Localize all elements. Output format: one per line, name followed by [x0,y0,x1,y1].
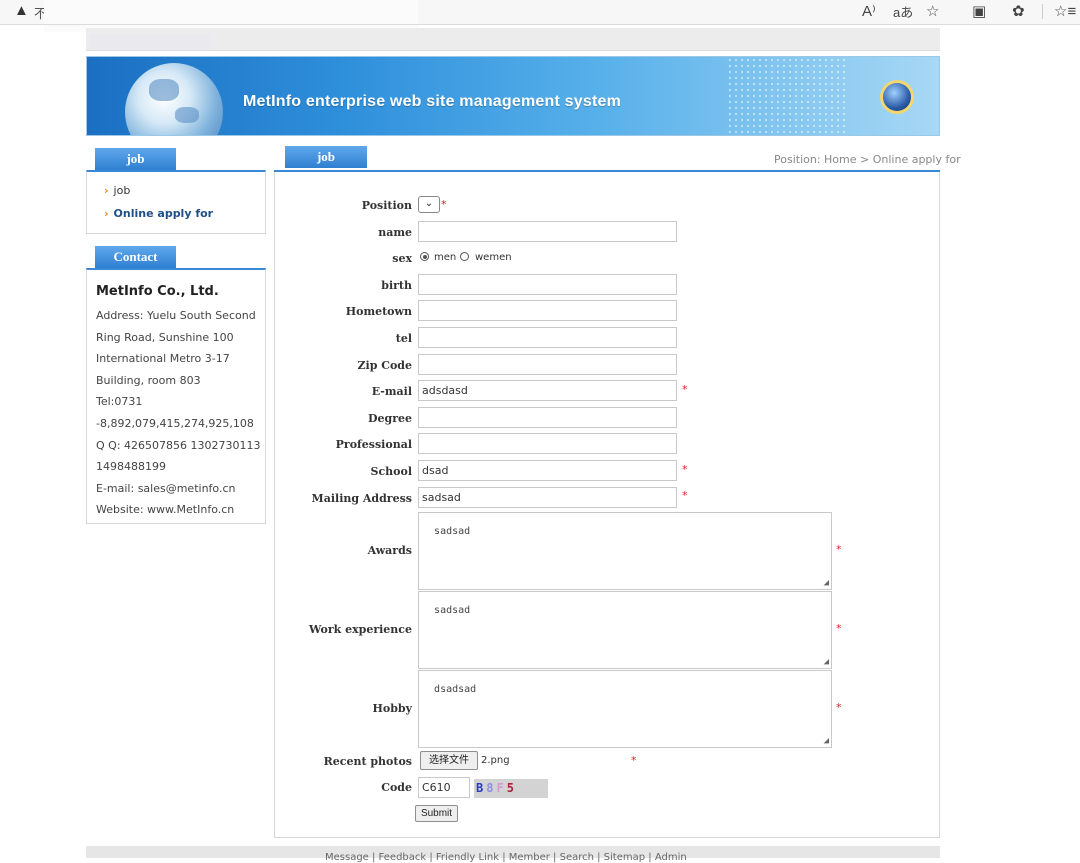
sidebar-item-online-apply[interactable]: › Online apply for [104,207,213,220]
work-experience-textarea[interactable]: sadsad ◢ [418,591,832,669]
required-mark: * [441,198,447,211]
file-name: 2.png [481,755,510,766]
required-mark: * [682,489,688,502]
awards-label: Awards [367,544,412,557]
resize-handle-icon[interactable]: ◢ [824,578,829,588]
code-label: Code [381,781,412,794]
contact-line: 1498488199 [96,460,166,473]
sex-option-wemen[interactable]: wemen [475,252,512,263]
toolbar-divider [1042,4,1043,19]
resize-handle-icon[interactable]: ◢ [824,657,829,667]
position-select[interactable]: ⌄ [418,196,440,213]
captcha-char: F [496,781,507,795]
required-mark: * [682,463,688,476]
birth-input[interactable] [418,274,677,295]
sidebar-contact-tab: Contact [95,246,176,268]
globe-land [149,79,179,101]
contact-line: -8,892,079,415,274,925,108 [96,417,254,430]
tel-input[interactable] [418,327,677,348]
hometown-input[interactable] [418,300,677,321]
breadcrumb: Position: Home > Online apply for [774,153,961,166]
captcha-char: 8 [486,781,497,795]
contact-line: Tel:0731 [96,395,143,408]
translate-icon[interactable]: aあ [893,2,913,21]
chevron-right-icon: › [104,184,109,197]
contact-line: Website: www.MetInfo.cn [96,503,235,516]
hobby-label: Hobby [372,702,412,715]
school-label: School [370,465,413,478]
warning-icon[interactable]: ▲ [14,2,29,19]
degree-input[interactable] [418,407,677,428]
browser-toolbar: ▲ 不 A⁾ aあ ☆ ▣ ✿ ☆≡ [0,0,1080,32]
resize-handle-icon[interactable]: ◢ [824,736,829,746]
sex-label: sex [392,252,412,265]
required-mark: * [836,543,842,556]
email-label: E-mail [371,385,412,398]
awards-text: sadsad [434,526,471,537]
captcha-image[interactable]: B8F5 [474,779,548,798]
favorites-bar-icon[interactable]: ☆≡ [1054,2,1076,20]
company-name: MetInfo Co., Ltd. [96,284,219,299]
code-input[interactable]: C610 [418,777,470,798]
toolbar-border [0,24,1080,25]
email-input[interactable]: adsdasd [418,380,677,401]
sidebar-job-box [86,170,266,234]
read-aloud-icon[interactable]: A⁾ [862,2,876,20]
captcha-char: B [476,781,487,795]
submit-button[interactable]: Submit [415,805,458,822]
required-mark: * [836,701,842,714]
banner-title: MetInfo enterprise web site management s… [243,93,621,110]
sex-radio-wemen[interactable] [460,252,469,261]
choose-file-button[interactable]: 选择文件 [420,751,478,770]
sex-option-men[interactable]: men [434,252,456,263]
position-label: Position [361,199,412,212]
mailing-address-input[interactable]: sadsad [418,487,677,508]
birth-label: birth [381,279,412,292]
favorite-icon[interactable]: ☆ [926,2,939,20]
contact-line: Q Q: 426507856 1302730113 [96,439,261,452]
contact-line: International Metro 3-17 [96,352,230,365]
sex-radio-men[interactable] [420,252,429,261]
contact-line: Ring Road, Sunshine 100 [96,331,234,344]
sidebar-job-tab: job [95,148,176,170]
site-banner: MetInfo enterprise web site management s… [86,56,940,136]
globe-orb-icon [883,83,911,111]
captcha-char: 5 [506,781,517,795]
globe-land [175,107,199,123]
hobby-textarea[interactable]: dsadsad ◢ [418,670,832,748]
contact-line: Building, room 803 [96,374,201,387]
contact-line: E-mail: sales@metinfo.cn [96,482,236,495]
name-input[interactable] [418,221,677,242]
awards-textarea[interactable]: sadsad ◢ [418,512,832,590]
required-mark: * [682,383,688,396]
mailing-address-label: Mailing Address [311,492,412,505]
main-job-tab: job [285,146,367,168]
required-mark: * [631,754,637,767]
world-map-dots [727,57,847,135]
top-nav-bar [86,28,940,51]
chevron-right-icon: › [104,207,109,220]
required-mark: * [836,622,842,635]
contact-line: Address: Yuelu South Second [96,309,256,322]
professional-label: Professional [335,438,412,451]
work-experience-text: sadsad [434,605,471,616]
name-label: name [378,226,412,239]
degree-label: Degree [367,412,412,425]
zip-input[interactable] [418,354,677,375]
professional-input[interactable] [418,433,677,454]
hobby-text: dsadsad [434,684,477,695]
extensions-icon[interactable]: ✿ [1012,2,1025,20]
tel-label: tel [395,332,412,345]
globe-graphic [125,63,223,135]
obscured-logo [90,34,210,50]
sidebar-item-job[interactable]: › job [104,184,130,197]
recent-photos-label: Recent photos [323,755,412,768]
work-experience-label: Work experience [309,623,412,636]
hometown-label: Hometown [345,305,412,318]
collections-icon[interactable]: ▣ [972,2,986,20]
school-input[interactable]: dsad [418,460,677,481]
zip-label: Zip Code [357,359,412,372]
